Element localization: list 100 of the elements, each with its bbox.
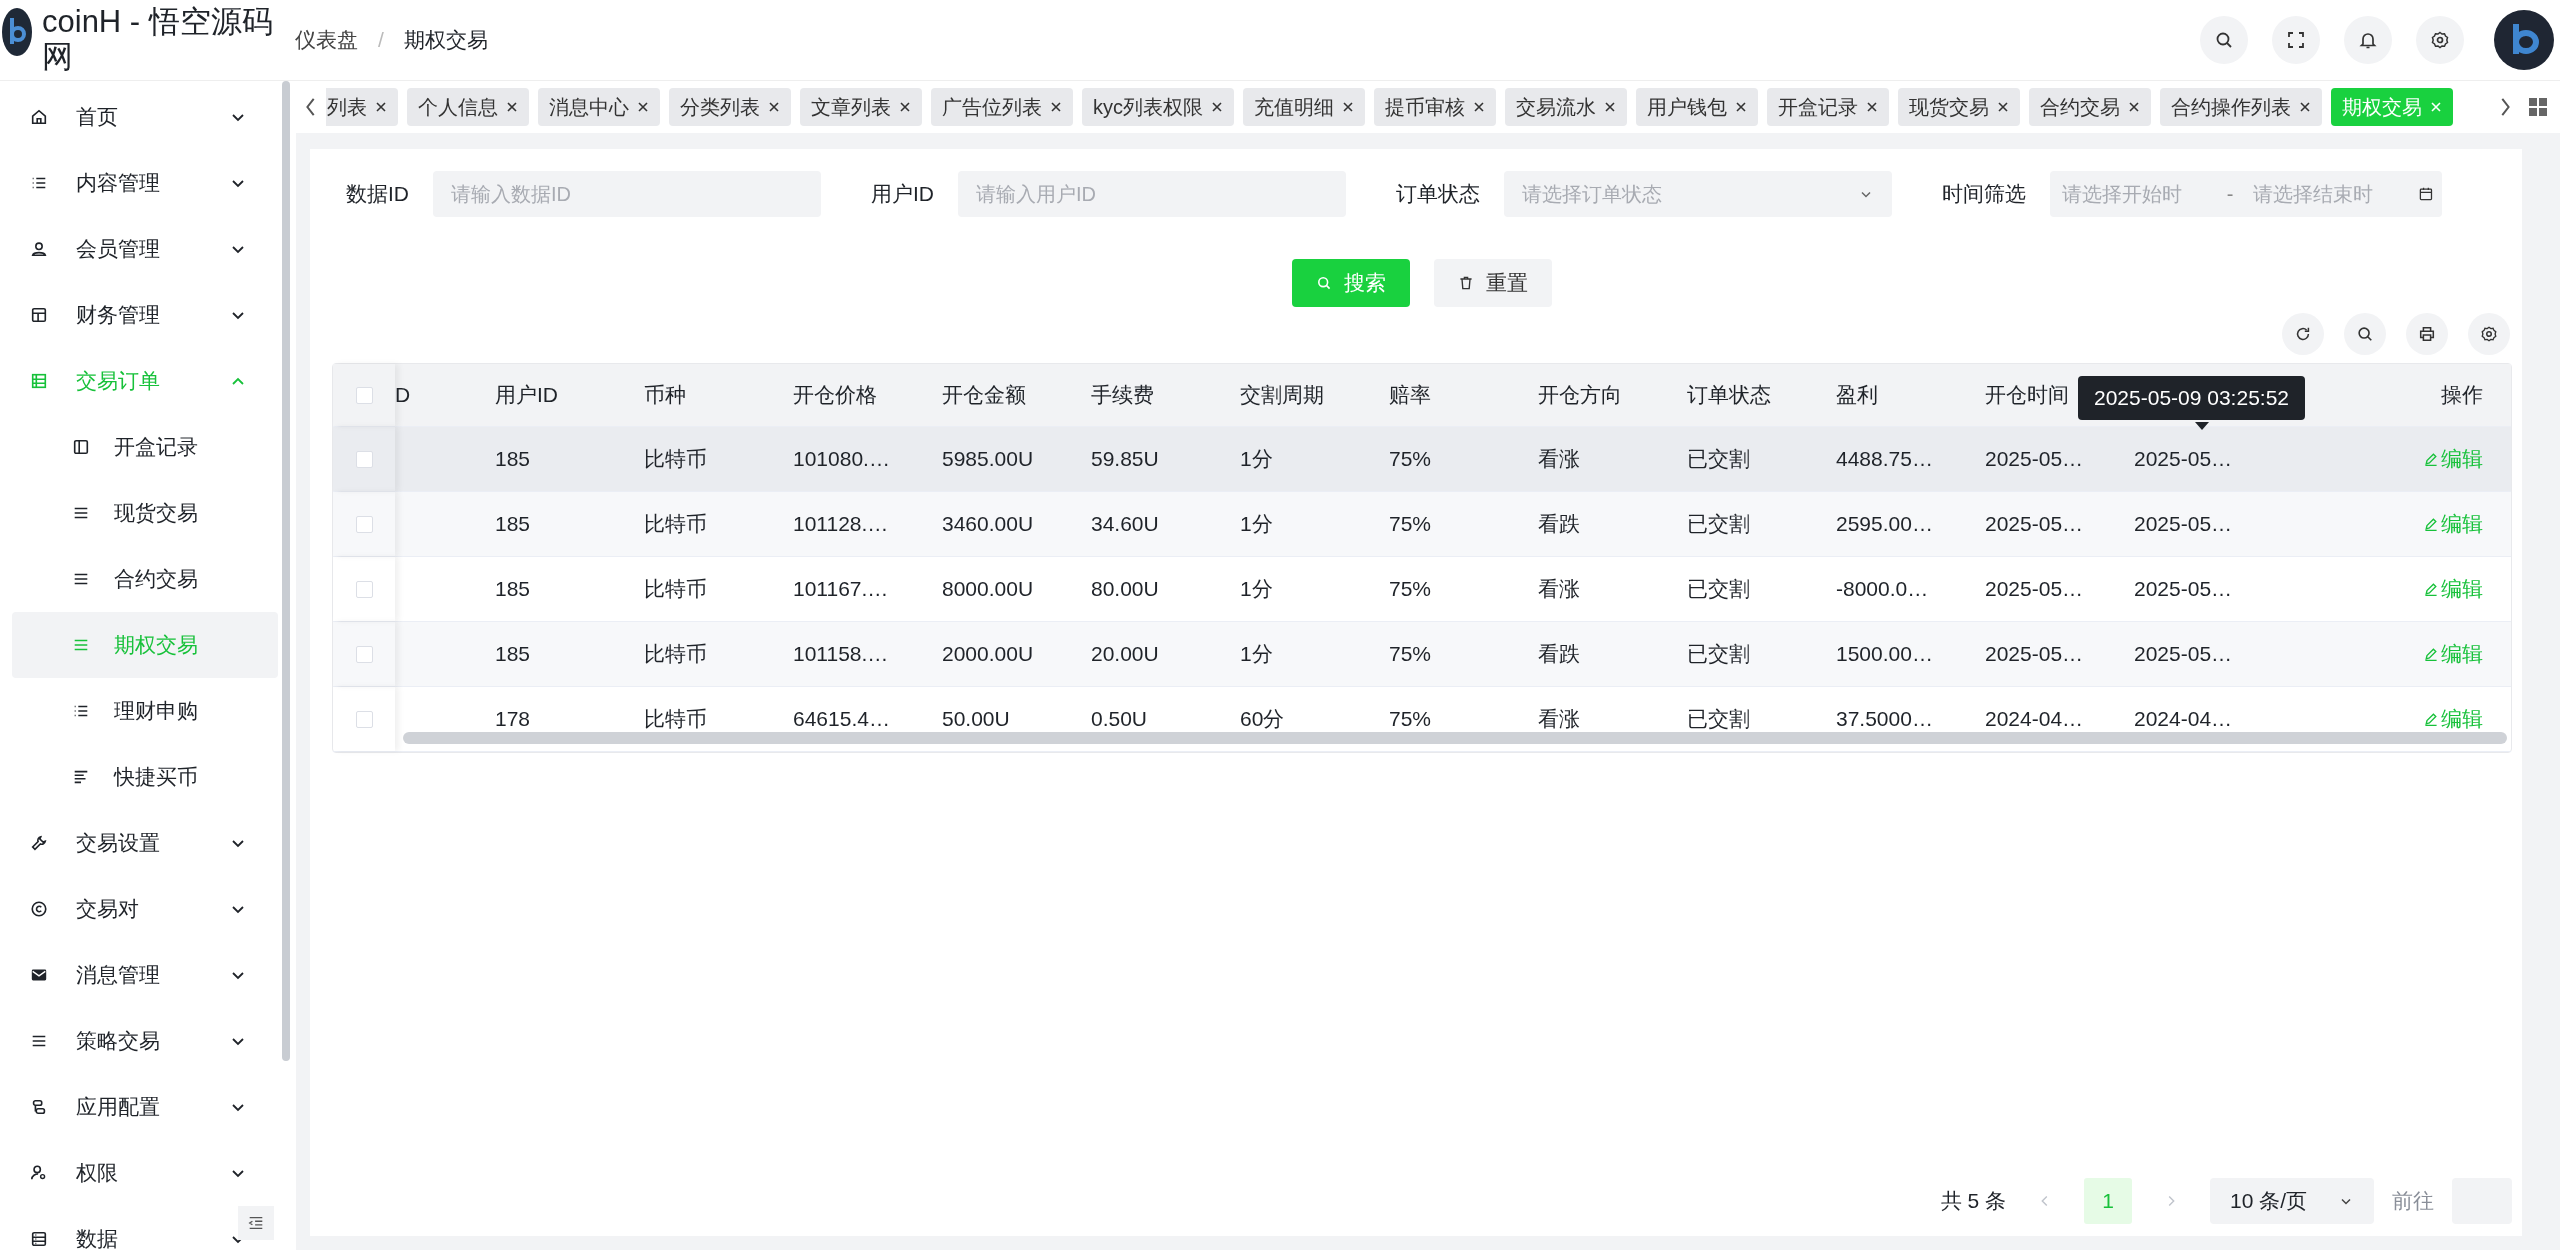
- table-cell: 185: [495, 512, 531, 535]
- breadcrumb-item[interactable]: 仪表盘: [295, 26, 358, 54]
- table-cell: 2025-05…: [1985, 447, 2084, 470]
- close-icon[interactable]: [1604, 101, 1616, 113]
- avatar[interactable]: [2494, 10, 2554, 70]
- print-button[interactable]: [2406, 313, 2448, 355]
- table-cell: 4488.75…: [1836, 447, 1933, 470]
- wrench-icon: [30, 834, 48, 852]
- tab[interactable]: 合约操作列表: [2160, 88, 2322, 126]
- sidebar-subitem[interactable]: 开盒记录: [12, 414, 278, 480]
- close-icon[interactable]: [1473, 101, 1485, 113]
- sidebar-subitem[interactable]: 现货交易: [12, 480, 278, 546]
- checkbox[interactable]: [355, 645, 373, 663]
- search-button[interactable]: [2200, 16, 2248, 64]
- collapse-button[interactable]: [238, 1206, 274, 1240]
- table-cell: 1分: [1240, 642, 1273, 665]
- tab[interactable]: 广告位列表: [931, 88, 1073, 126]
- tab[interactable]: 现货交易: [1898, 88, 2020, 126]
- close-icon[interactable]: [375, 101, 387, 113]
- pencil-icon: [2423, 516, 2439, 532]
- sidebar-item[interactable]: 会员管理: [0, 216, 296, 282]
- sidebar-item[interactable]: 应用配置: [0, 1074, 296, 1140]
- tab[interactable]: 用户钱包: [1636, 88, 1758, 126]
- tab[interactable]: 充值明细: [1243, 88, 1365, 126]
- settings-button[interactable]: [2468, 313, 2510, 355]
- search-button[interactable]: [2344, 313, 2386, 355]
- pencil-icon: [2423, 451, 2439, 467]
- column-header: 交割周期: [1240, 382, 1325, 408]
- column-header: 盈利: [1836, 382, 1879, 408]
- close-icon[interactable]: [1211, 101, 1223, 113]
- table-cell: 1500.00…: [1836, 642, 1933, 665]
- checkbox[interactable]: [355, 710, 373, 728]
- column-header: 赔率: [1389, 382, 1432, 408]
- close-icon[interactable]: [1997, 101, 2009, 113]
- table-cell: 2025-05…: [1985, 642, 2084, 665]
- bell-icon: [2358, 30, 2378, 50]
- table-cell: 75%: [1389, 642, 1432, 665]
- table-cell: 60分: [1240, 707, 1285, 730]
- tab[interactable]: 列表: [326, 88, 398, 126]
- checkbox[interactable]: [355, 580, 373, 598]
- checkbox[interactable]: [355, 386, 373, 404]
- table-cell: 2025-05…: [1985, 577, 2084, 600]
- input-field[interactable]: 请输入用户ID: [958, 171, 1346, 217]
- sidebar-item[interactable]: 策略交易: [0, 1008, 296, 1074]
- scrollbar[interactable]: [282, 81, 290, 1061]
- table-cell: 比特币: [644, 512, 707, 535]
- refresh-button[interactable]: [2282, 313, 2324, 355]
- tab[interactable]: 个人信息: [407, 88, 529, 126]
- tab[interactable]: 交易流水: [1505, 88, 1627, 126]
- sidebar-item[interactable]: 首页: [0, 84, 296, 150]
- tab[interactable]: 分类列表: [669, 88, 791, 126]
- close-icon[interactable]: [899, 101, 911, 113]
- tab[interactable]: 消息中心: [538, 88, 660, 126]
- gear-icon: [2480, 325, 2498, 343]
- tab[interactable]: 文章列表: [800, 88, 922, 126]
- reset-button[interactable]: 重置: [1434, 259, 1552, 307]
- notification-button[interactable]: [2344, 16, 2392, 64]
- sidebar-item[interactable]: 消息管理: [0, 942, 296, 1008]
- close-icon[interactable]: [2299, 101, 2311, 113]
- tab[interactable]: kyc列表权限: [1082, 88, 1234, 126]
- page-size-select[interactable]: 10 条/页: [2210, 1178, 2374, 1224]
- column-header: 用户ID: [495, 382, 559, 408]
- sidebar-item[interactable]: 内容管理: [0, 150, 296, 216]
- tab[interactable]: 开盒记录: [1767, 88, 1889, 126]
- table-cell: 2025-05…: [1985, 512, 2084, 535]
- close-icon[interactable]: [637, 101, 649, 113]
- sidebar-item[interactable]: 交易设置: [0, 810, 296, 876]
- sidebar-item[interactable]: 权限: [0, 1140, 296, 1206]
- tab[interactable]: 合约交易: [2029, 88, 2151, 126]
- sidebar-subitem[interactable]: 快捷买币: [12, 744, 278, 810]
- home-icon: [30, 108, 48, 126]
- close-icon[interactable]: [2128, 101, 2140, 113]
- checkbox[interactable]: [355, 450, 373, 468]
- user-key-icon: [30, 1164, 48, 1182]
- tab[interactable]: 提币审核: [1374, 88, 1496, 126]
- table-cell: 已交割: [1687, 512, 1750, 535]
- search-icon: [1316, 275, 1332, 291]
- close-icon[interactable]: [1735, 101, 1747, 113]
- sidebar-subitem[interactable]: 理财申购: [12, 678, 278, 744]
- checkbox[interactable]: [355, 515, 373, 533]
- close-icon[interactable]: [768, 101, 780, 113]
- copyright-icon: [30, 900, 48, 918]
- close-icon[interactable]: [506, 101, 518, 113]
- input-field[interactable]: 请输入数据ID: [433, 171, 821, 217]
- fullscreen-button[interactable]: [2272, 16, 2320, 64]
- settings-button[interactable]: [2416, 16, 2464, 64]
- sidebar-subitem[interactable]: 合约交易: [12, 546, 278, 612]
- table-cell: 1分: [1240, 447, 1273, 470]
- close-icon[interactable]: [1342, 101, 1354, 113]
- sidebar-item[interactable]: 财务管理: [0, 282, 296, 348]
- grid-icon[interactable]: [2528, 97, 2548, 117]
- sidebar-item[interactable]: 数据: [0, 1206, 296, 1250]
- table-cell: 比特币: [644, 577, 707, 600]
- scrollbar[interactable]: [403, 732, 2507, 744]
- table-cell: 34.60U: [1091, 512, 1159, 535]
- sidebar-item[interactable]: 交易对: [0, 876, 296, 942]
- close-icon[interactable]: [1866, 101, 1878, 113]
- close-icon[interactable]: [1050, 101, 1062, 113]
- table-cell: 看跌: [1538, 512, 1580, 535]
- app-config-icon: [30, 1098, 48, 1116]
